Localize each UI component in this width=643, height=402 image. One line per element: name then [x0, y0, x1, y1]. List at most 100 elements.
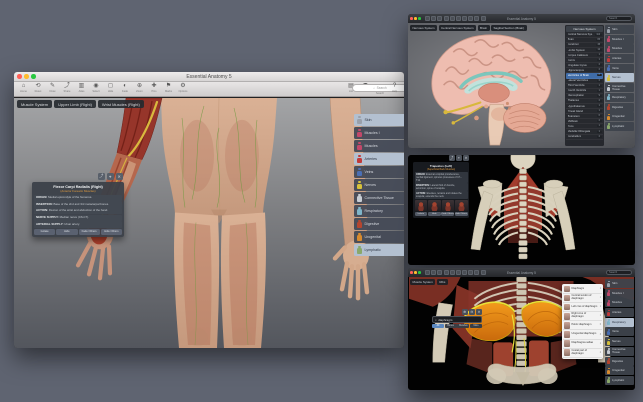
action-thumbnail[interactable]	[415, 200, 428, 211]
breadcrumb-chip[interactable]: Wrist Muscles (Right)	[98, 100, 144, 108]
popup-action-button[interactable]: Fade Others	[79, 229, 100, 235]
breadcrumb-chip[interactable]: Muscle System	[410, 279, 435, 285]
system-toggle[interactable]: Veins	[354, 166, 404, 178]
toolbar-button[interactable]: ◉ Select	[90, 83, 103, 93]
system-toggle[interactable]: Urogenital	[354, 231, 404, 243]
popup-action-button[interactable]: Hide	[56, 229, 77, 235]
toolbar-icon[interactable]	[431, 270, 436, 275]
brain-titlebar[interactable]: Essential Anatomy 5 Search	[408, 14, 635, 23]
structure-list-item[interactable]: Cerebellum 2	[566, 135, 603, 140]
panel-action-button[interactable]: Isolate	[415, 212, 428, 216]
toolbar-button[interactable]: ⌂ Home	[17, 83, 30, 93]
search-filter-tab[interactable]: Muscles	[457, 324, 469, 328]
3d-viewport[interactable]: Nervous System Central Nervous System Br…	[408, 23, 635, 148]
toolbar-button[interactable]: ▥ Atlas	[75, 83, 88, 93]
system-toggle[interactable]: Skin	[605, 279, 634, 288]
toolbar-button[interactable]: ◻ Hide	[104, 83, 117, 93]
search-panel-tool-icon[interactable]: ✕	[476, 309, 482, 315]
breadcrumb-chip[interactable]: Upper Limb (Right)	[54, 100, 96, 108]
action-thumbnail[interactable]	[442, 200, 455, 211]
popup-tool-icon[interactable]: ⌖	[107, 173, 115, 181]
search-result-item[interactable]: Right crus of diaphragm 1	[563, 312, 602, 321]
toolbar-icon[interactable]	[437, 270, 442, 275]
breadcrumb-chip[interactable]: Muscle System	[17, 100, 52, 108]
zoom-button[interactable]	[418, 271, 421, 274]
toolbar-button[interactable]: ⚑ Marks	[162, 83, 175, 93]
toolbar-button[interactable]: ◐ Fade	[119, 83, 132, 93]
toolbar-icon[interactable]	[425, 16, 430, 21]
breadcrumb-chip[interactable]: Brain	[478, 25, 490, 31]
system-toggle[interactable]: Muscles	[354, 140, 404, 152]
toolbar-button[interactable]: ✎ Draw	[46, 83, 59, 93]
system-toggle[interactable]: Connective Tissue	[605, 347, 634, 356]
system-toggle[interactable]: Digestive	[605, 357, 634, 366]
search-result-item[interactable]: Diaphragm 1	[563, 285, 602, 294]
search-filter-tab[interactable]: More	[470, 324, 482, 328]
search-input[interactable]: Search	[606, 16, 632, 21]
system-toggle[interactable]: Nerves	[605, 337, 634, 346]
system-toggle[interactable]: Lymphatic	[605, 122, 634, 131]
zoom-button[interactable]	[418, 17, 421, 20]
main-titlebar[interactable]: Essential Anatomy 5	[14, 72, 404, 82]
close-button[interactable]	[17, 74, 22, 79]
toolbar-button[interactable]: ⤴ Share	[61, 83, 74, 93]
toolbar-icon[interactable]	[468, 16, 473, 21]
system-toggle[interactable]: Respiratory	[354, 205, 404, 217]
search-filter-tab[interactable]: All	[432, 324, 444, 328]
search-result-item[interactable]: Costal part of diaphragm 2	[563, 349, 602, 358]
system-toggle[interactable]: Muscles I	[605, 289, 634, 298]
system-toggle[interactable]: Veins	[605, 327, 634, 336]
system-toggle[interactable]: Respiratory	[605, 93, 634, 102]
toolbar-icon[interactable]	[437, 16, 442, 21]
minimize-button[interactable]	[414, 271, 417, 274]
search-filter-tab[interactable]: Bones	[445, 324, 457, 328]
toolbar-icon[interactable]	[425, 270, 430, 275]
system-toggle[interactable]: Arteries	[605, 54, 634, 63]
system-toggle[interactable]: Skin	[354, 114, 404, 126]
minimize-button[interactable]	[414, 17, 417, 20]
breadcrumb-chip[interactable]: Ribs	[437, 279, 448, 285]
search-result-item[interactable]: Diaphragma sellae 1	[563, 340, 602, 349]
system-toggle[interactable]: Respiratory	[605, 318, 634, 327]
system-toggle[interactable]: Connective Tissue	[605, 83, 634, 92]
close-button[interactable]	[410, 17, 413, 20]
toolbar-button[interactable]: ⚙ Options	[177, 83, 190, 93]
system-toggle[interactable]: Nerves	[605, 73, 634, 82]
system-toggle[interactable]: Lymphatic	[605, 376, 634, 385]
toolbar-icon[interactable]	[462, 16, 467, 21]
system-toggle[interactable]: Muscles I	[354, 127, 404, 139]
3d-viewport[interactable]: Muscle System Ribs ⊕ ⊖ ✕ ⌕ diap	[408, 277, 635, 390]
panel-action-button[interactable]: Fade Others	[441, 212, 454, 216]
search-field[interactable]: ⌕ diaphragm	[432, 316, 482, 323]
toolbar-icon[interactable]	[481, 270, 486, 275]
toolbar-icon[interactable]	[450, 16, 455, 21]
toolbar-icon[interactable]	[450, 270, 455, 275]
system-toggle[interactable]: Muscles	[605, 44, 634, 53]
toolbar-icon[interactable]	[444, 270, 449, 275]
action-thumbnail[interactable]	[455, 200, 468, 211]
system-toggle[interactable]: Skin	[605, 25, 634, 34]
system-toggle[interactable]: Muscles I	[605, 35, 634, 44]
search-result-item[interactable]: Central tendon of diaphragm 1	[563, 294, 602, 303]
3d-viewport[interactable]: Muscle System Upper Limb (Right) Wrist M…	[14, 98, 404, 348]
close-button[interactable]	[410, 271, 413, 274]
popup-tool-icon[interactable]: ⤴	[98, 173, 106, 181]
search-result-item[interactable]: Pelvic diaphragm 6	[563, 321, 602, 330]
toolbar-button[interactable]: ✚ Pins	[148, 83, 161, 93]
toolbar-button[interactable]: ⟲ Reset	[32, 83, 45, 93]
system-toggle[interactable]: Arteries	[354, 153, 404, 165]
structures-panel-header[interactable]: Nervous System	[566, 26, 603, 32]
system-toggle[interactable]: Digestive	[605, 103, 634, 112]
toolbar-icon[interactable]	[431, 16, 436, 21]
search-panel-tool-icon[interactable]: ⊕	[462, 309, 468, 315]
search-input[interactable]: Search	[606, 270, 632, 275]
system-toggle[interactable]: Urogenital	[605, 112, 634, 121]
system-toggle[interactable]: Nerves	[354, 179, 404, 191]
3d-viewport[interactable]: ⤴ ⌖ ✕ Trapezius (Left) (Superficial Back…	[408, 155, 635, 265]
breadcrumb-chip[interactable]: Nervous System	[410, 25, 437, 31]
search-panel-tool-icon[interactable]: ⊖	[469, 309, 475, 315]
panel-tool-icon[interactable]: ⤴	[449, 155, 455, 161]
system-toggle[interactable]: Arteries	[605, 308, 634, 317]
system-toggle[interactable]: Digestive	[354, 218, 404, 230]
system-toggle[interactable]: Muscles	[605, 298, 634, 307]
